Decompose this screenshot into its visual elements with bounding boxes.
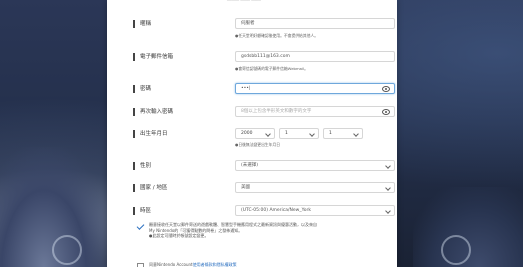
email-hint: ●會寄信認號碼的電子郵件信箱Webmail。 (235, 66, 308, 71)
email-label: 電子郵件信箱 (133, 53, 173, 61)
show-password-confirm-eye-icon[interactable] (382, 109, 390, 115)
chevron-down-icon (385, 208, 391, 214)
region-value: 美國 (241, 185, 250, 190)
agreement-checkmark-icon[interactable] (136, 222, 145, 230)
birth-month-select[interactable]: 1 (279, 128, 319, 139)
password-value: •••| (241, 86, 251, 91)
left-ring-icon (52, 235, 82, 265)
show-password-eye-icon[interactable] (382, 86, 390, 92)
nickname-hint: ●任天堂明好顧確認後使用。不會提供給其他人。 (235, 33, 319, 38)
chevron-down-icon (265, 131, 271, 137)
birthday-label: 出生年月日 (133, 130, 168, 138)
gender-select[interactable]: (未選擇) (235, 160, 395, 171)
password-input[interactable]: •••| (235, 83, 395, 94)
agreement-text: 願意接收任天堂以郵件寄送的遊戲軟體、智慧型手機應用程式之最新資訊與優惠活動，以及… (149, 222, 373, 239)
password-label: 密碼 (133, 85, 151, 93)
chevron-down-icon (353, 131, 359, 137)
gender-value: (未選擇) (241, 163, 259, 168)
gender-label: 性別 (133, 162, 151, 170)
password-confirm-placeholder: 8個以上包含半形英文和數字的文字 (241, 109, 312, 114)
agreement-line-3: ●此設定可隨時於帳號設定變更。 (149, 233, 209, 239)
timezone-select[interactable]: (UTC-05:00) America/New_York (235, 205, 395, 216)
birthday-hint: ●日後無法變更出生年月日 (235, 142, 281, 147)
registration-form-panel: ───── ──── ──── 暱稱 伺服者 ●任天堂明好顧確認後使用。不會提供… (107, 0, 397, 267)
chevron-down-icon (385, 185, 391, 191)
email-input[interactable]: gsdsbb111@163.com (235, 51, 395, 62)
password-confirm-input[interactable]: 8個以上包含半形英文和數字的文字 (235, 106, 395, 117)
terms-link[interactable]: 使用者條款和隱私權政策 (193, 262, 237, 267)
password-confirm-label: 再次輸入密碼 (133, 108, 173, 116)
right-ring-icon (441, 235, 471, 265)
terms-prefix: 同意Nintendo Account (149, 262, 193, 267)
timezone-value: (UTC-05:00) America/New_York (241, 208, 311, 213)
chevron-down-icon (385, 163, 391, 169)
top-cut-off-text: ───── ──── ──── (227, 0, 261, 3)
terms-text: 同意Nintendo Account使用者條款和隱私權政策 (149, 262, 237, 267)
birth-day-value: 1 (329, 131, 332, 136)
region-select[interactable]: 美國 (235, 182, 395, 193)
birth-month-value: 1 (285, 131, 288, 136)
nickname-label: 暱稱 (133, 20, 151, 28)
terms-checkbox[interactable] (137, 263, 144, 267)
birth-year-value: 2000 (241, 131, 253, 136)
timezone-label: 時區 (133, 207, 151, 215)
birth-day-select[interactable]: 1 (323, 128, 363, 139)
birth-year-select[interactable]: 2000 (235, 128, 275, 139)
nickname-input[interactable]: 伺服者 (235, 18, 395, 29)
chevron-down-icon (309, 131, 315, 137)
region-label: 國家 / 地區 (133, 184, 167, 192)
